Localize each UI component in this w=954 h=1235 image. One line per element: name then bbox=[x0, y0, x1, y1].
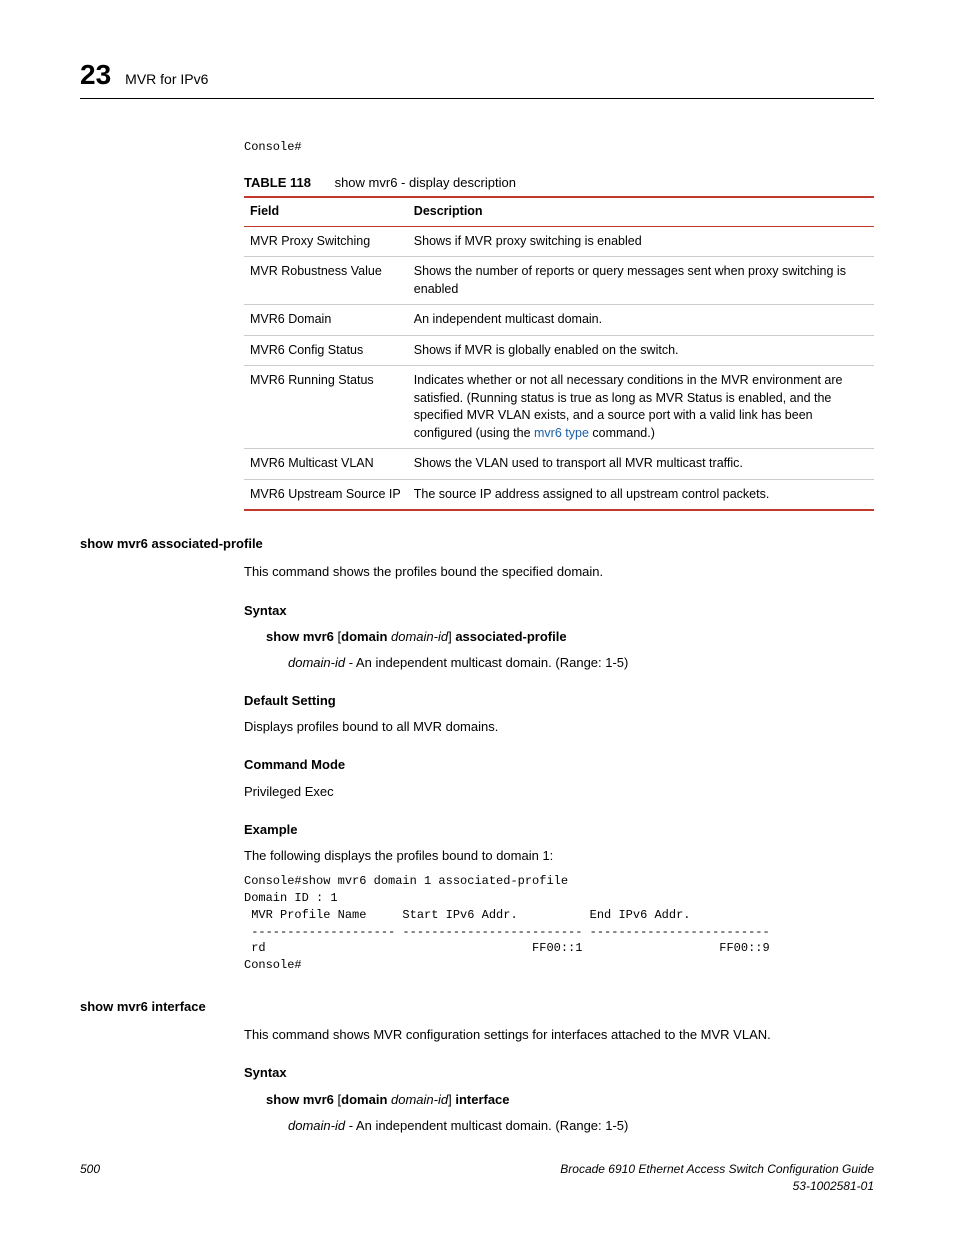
table-row: MVR6 Upstream Source IP The source IP ad… bbox=[244, 479, 874, 510]
cell-desc: Shows the VLAN used to transport all MVR… bbox=[408, 449, 874, 480]
intro-text: This command shows MVR configuration set… bbox=[244, 1026, 874, 1044]
th-description: Description bbox=[408, 197, 874, 226]
example-text: The following displays the profiles boun… bbox=[244, 847, 874, 865]
syntax-heading: Syntax bbox=[244, 1064, 874, 1082]
cell-field: MVR6 Domain bbox=[244, 305, 408, 336]
cell-desc: An independent multicast domain. bbox=[408, 305, 874, 336]
cell-field: MVR6 Running Status bbox=[244, 366, 408, 449]
syntax-suffix: associated-profile bbox=[455, 629, 566, 644]
syntax-domain: domain bbox=[341, 629, 391, 644]
syntax-line: show mvr6 [domain domain-id] interface bbox=[266, 1091, 874, 1109]
cell-desc: Indicates whether or not all necessary c… bbox=[408, 366, 874, 449]
example-console-output: Console#show mvr6 domain 1 associated-pr… bbox=[244, 873, 874, 974]
syntax-cmd: show mvr6 bbox=[266, 1092, 338, 1107]
cell-field: MVR6 Config Status bbox=[244, 335, 408, 366]
syntax-desc: domain-id - An independent multicast dom… bbox=[288, 654, 874, 672]
cell-field: MVR Proxy Switching bbox=[244, 226, 408, 257]
syntax-arg: domain-id bbox=[391, 629, 448, 644]
syntax-arg-desc: - An independent multicast domain. (Rang… bbox=[345, 655, 628, 670]
syntax-domain: domain bbox=[341, 1092, 391, 1107]
cell-desc: The source IP address assigned to all up… bbox=[408, 479, 874, 510]
page-number: 500 bbox=[80, 1161, 100, 1195]
th-field: Field bbox=[244, 197, 408, 226]
syntax-suffix: interface bbox=[455, 1092, 509, 1107]
example-heading: Example bbox=[244, 821, 874, 839]
chapter-number: 23 bbox=[80, 55, 111, 94]
cell-field: MVR Robustness Value bbox=[244, 257, 408, 305]
table-title: show mvr6 - display description bbox=[335, 175, 516, 190]
mode-text: Privileged Exec bbox=[244, 783, 874, 801]
table-row: MVR6 Config Status Shows if MVR is globa… bbox=[244, 335, 874, 366]
cell-field: MVR6 Multicast VLAN bbox=[244, 449, 408, 480]
table-row: MVR Proxy Switching Shows if MVR proxy s… bbox=[244, 226, 874, 257]
table-label: TABLE 118 bbox=[244, 175, 311, 190]
table-row: MVR6 Running Status Indicates whether or… bbox=[244, 366, 874, 449]
mode-heading: Command Mode bbox=[244, 756, 874, 774]
table-header-row: Field Description bbox=[244, 197, 874, 226]
cell-desc: Shows the number of reports or query mes… bbox=[408, 257, 874, 305]
syntax-cmd: show mvr6 bbox=[266, 629, 338, 644]
chapter-header: 23 MVR for IPv6 bbox=[80, 55, 874, 99]
intro-text: This command shows the profiles bound th… bbox=[244, 563, 874, 581]
cell-field: MVR6 Upstream Source IP bbox=[244, 479, 408, 510]
syntax-arg-name: domain-id bbox=[288, 1118, 345, 1133]
syntax-heading: Syntax bbox=[244, 602, 874, 620]
syntax-arg-desc: - An independent multicast domain. (Rang… bbox=[345, 1118, 628, 1133]
desc-post: command.) bbox=[589, 426, 655, 440]
cell-desc: Shows if MVR proxy switching is enabled bbox=[408, 226, 874, 257]
table-row: MVR6 Multicast VLAN Shows the VLAN used … bbox=[244, 449, 874, 480]
doc-number: 53-1002581-01 bbox=[560, 1178, 874, 1195]
doc-title: Brocade 6910 Ethernet Access Switch Conf… bbox=[560, 1161, 874, 1178]
mvr6-type-link[interactable]: mvr6 type bbox=[534, 426, 589, 440]
syntax-desc: domain-id - An independent multicast dom… bbox=[288, 1117, 874, 1135]
syntax-line: show mvr6 [domain domain-id] associated-… bbox=[266, 628, 874, 646]
table-caption: TABLE 118 show mvr6 - display descriptio… bbox=[244, 174, 874, 192]
display-description-table: Field Description MVR Proxy Switching Sh… bbox=[244, 196, 874, 511]
table-row: MVR6 Domain An independent multicast dom… bbox=[244, 305, 874, 336]
syntax-arg: domain-id bbox=[391, 1092, 448, 1107]
console-output-top: Console# bbox=[244, 139, 874, 156]
default-heading: Default Setting bbox=[244, 692, 874, 710]
cell-desc: Shows if MVR is globally enabled on the … bbox=[408, 335, 874, 366]
table-row: MVR Robustness Value Shows the number of… bbox=[244, 257, 874, 305]
page-footer: 500 Brocade 6910 Ethernet Access Switch … bbox=[80, 1161, 874, 1195]
default-text: Displays profiles bound to all MVR domai… bbox=[244, 718, 874, 736]
section-title-interface: show mvr6 interface bbox=[80, 998, 874, 1016]
section-title-associated-profile: show mvr6 associated-profile bbox=[80, 535, 874, 553]
chapter-title: MVR for IPv6 bbox=[125, 70, 208, 90]
syntax-arg-name: domain-id bbox=[288, 655, 345, 670]
